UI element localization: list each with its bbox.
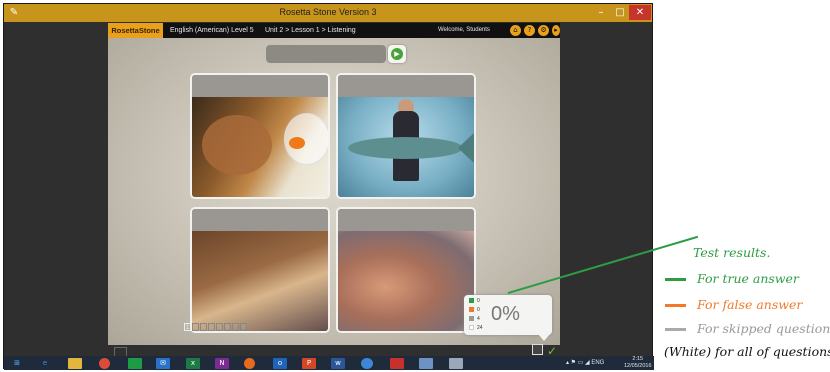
- legend-skipped-line: [665, 328, 686, 331]
- clock[interactable]: 2:15 12/05/2016: [624, 356, 652, 370]
- card-label-area: [338, 209, 474, 231]
- pager-page-button[interactable]: 6: [224, 323, 231, 331]
- help-icon[interactable]: ?: [524, 25, 535, 36]
- question-pager: 12345678: [184, 316, 248, 331]
- score-percent: 0%: [491, 303, 520, 325]
- play-audio-icon: ▶: [391, 48, 403, 60]
- close-button[interactable]: ✕: [629, 5, 651, 20]
- result-row-true: 0: [469, 298, 480, 305]
- false-count: 0: [477, 307, 480, 313]
- pager-page-button[interactable]: 4: [208, 323, 215, 331]
- language-indicator[interactable]: ENG: [591, 360, 604, 366]
- internet-explorer-icon[interactable]: e: [38, 358, 52, 369]
- chrome-icon[interactable]: [99, 358, 110, 369]
- mail-icon[interactable]: ✉: [156, 358, 170, 369]
- fish-shape: [348, 137, 463, 159]
- pager-page-button[interactable]: 5: [216, 323, 223, 331]
- windows-start-icon[interactable]: ⊞: [10, 358, 24, 369]
- result-row-false: 0: [469, 307, 480, 314]
- cat-shape: [202, 115, 272, 175]
- tablet-icon[interactable]: [449, 358, 463, 369]
- results-popup-pointer: [538, 334, 550, 341]
- settings-icon[interactable]: ⚙: [538, 25, 549, 36]
- maximize-button[interactable]: □: [609, 5, 631, 20]
- answer-card-child-eating[interactable]: [336, 207, 476, 333]
- true-swatch: [469, 298, 474, 304]
- windows-taskbar: ⊞ e ✉ x N o P w ▴ ⚑ ▭ ◢ ENG 2:15 12/05/2…: [4, 356, 654, 370]
- legend-true-line: [665, 278, 686, 281]
- rosetta-stone-window: ✎ Rosetta Stone Version 3 – □ ✕ RosettaS…: [3, 3, 654, 370]
- cat-and-goldfish-image: [192, 97, 328, 197]
- powerpoint-icon[interactable]: P: [302, 358, 316, 369]
- clock-date: 12/05/2016: [624, 363, 652, 369]
- pager-page-button[interactable]: 3: [200, 323, 207, 331]
- app-icon[interactable]: [361, 358, 373, 369]
- all-count: 24: [477, 325, 483, 331]
- store-icon[interactable]: [128, 358, 142, 369]
- onenote-icon[interactable]: N: [215, 358, 229, 369]
- course-title[interactable]: English (American) Level 5: [170, 27, 254, 34]
- skipped-swatch: [469, 316, 474, 322]
- child-eating-image: [338, 231, 474, 331]
- card-label-area: [192, 209, 328, 231]
- result-row-all: 24: [469, 325, 483, 332]
- false-swatch: [469, 307, 474, 313]
- pager-page-button[interactable]: 8: [240, 323, 247, 331]
- legend-false-line: [665, 304, 686, 307]
- results-popup: 0 0 4 24 0%: [464, 295, 552, 335]
- rosetta-stone-icon[interactable]: [419, 358, 433, 369]
- play-audio-button[interactable]: ▶: [388, 45, 406, 63]
- answer-card-cat[interactable]: [190, 73, 330, 199]
- welcome-text: Welcome, Students: [438, 27, 490, 33]
- rosetta-stone-logo: RosettaStone: [108, 23, 163, 38]
- fish-tail-shape: [458, 133, 474, 163]
- answer-card-woman-child[interactable]: [190, 207, 330, 333]
- pager-page-button[interactable]: 7: [232, 323, 239, 331]
- app-header: RosettaStone English (American) Level 5 …: [108, 23, 560, 38]
- clock-time: 2:15: [632, 356, 644, 362]
- system-tray[interactable]: ▴ ⚑ ▭ ◢ ENG: [566, 359, 604, 366]
- home-icon[interactable]: ⌂: [510, 25, 521, 36]
- true-count: 0: [477, 298, 480, 304]
- pager-page-button[interactable]: 2: [192, 323, 199, 331]
- card-label-area: [338, 75, 474, 97]
- annotation-false: For false answer: [697, 297, 803, 312]
- annotation-skipped: For skipped questions: [697, 321, 830, 336]
- outlook-icon[interactable]: o: [273, 358, 287, 369]
- acrobat-icon[interactable]: [390, 358, 404, 369]
- title-bar[interactable]: ✎ Rosetta Stone Version 3 – □ ✕: [4, 4, 652, 22]
- prompt-text-bar: [266, 45, 386, 63]
- man-holding-fish-image: [338, 97, 474, 197]
- goldfish-shape: [289, 137, 305, 149]
- annotation-all: (White) for all of questions: [664, 344, 830, 359]
- window-title: Rosetta Stone Version 3: [279, 7, 377, 17]
- result-row-skipped: 4: [469, 316, 480, 323]
- annotation-title: Test results.: [693, 245, 771, 260]
- exit-icon[interactable]: ▸: [552, 25, 560, 36]
- excel-icon[interactable]: x: [186, 358, 200, 369]
- answer-card-fish[interactable]: [336, 73, 476, 199]
- skipped-count: 4: [477, 316, 480, 322]
- breadcrumb[interactable]: Unit 2 > Lesson 1 > Listening: [265, 27, 356, 34]
- all-swatch: [469, 325, 474, 331]
- word-icon[interactable]: w: [331, 358, 345, 369]
- card-label-area: [192, 75, 328, 97]
- pager-page-button[interactable]: 1: [184, 323, 191, 331]
- annotation-true: For true answer: [697, 271, 799, 286]
- file-explorer-icon[interactable]: [68, 358, 82, 369]
- firefox-icon[interactable]: [244, 358, 255, 369]
